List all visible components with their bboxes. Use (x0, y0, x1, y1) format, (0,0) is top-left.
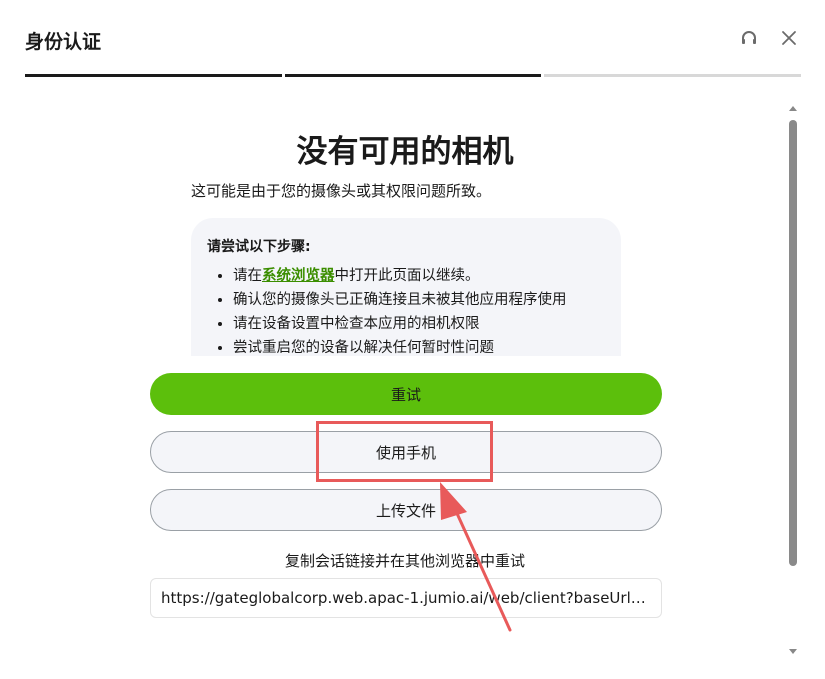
scroll-up-arrow-icon[interactable] (789, 106, 797, 111)
header-title: 身份认证 (25, 31, 102, 53)
steps-title: 请尝试以下步骤: (207, 239, 311, 255)
scroll-down-arrow-icon[interactable] (789, 649, 797, 654)
header-icons (737, 26, 801, 50)
upload-file-button[interactable]: 上传文件 (150, 489, 662, 531)
step-item: 确认您的摄像头已正确连接且未被其他应用程序使用 (233, 288, 605, 312)
step-text: 中打开此页面以继续。 (334, 268, 480, 284)
progress-segment-1 (25, 74, 282, 77)
content-scroll-area[interactable]: 没有可用的相机 这可能是由于您的摄像头或其权限问题所致。 请尝试以下步骤: 请在… (0, 104, 785, 656)
progress-segment-3 (544, 74, 802, 77)
progress-segment-2 (284, 74, 542, 77)
step-item: 请在系统浏览器中打开此页面以继续。 (233, 264, 605, 288)
page-subtitle: 这可能是由于您的摄像头或其权限问题所致。 (191, 182, 492, 200)
close-icon[interactable] (777, 26, 801, 50)
steps-list: 请在系统浏览器中打开此页面以继续。 确认您的摄像头已正确连接且未被其他应用程序使… (207, 264, 605, 356)
page-title: 没有可用的相机 (296, 134, 514, 170)
progress-bar (25, 74, 802, 77)
session-url-field[interactable]: https://gateglobalcorp.web.apac-1.jumio.… (150, 578, 662, 618)
step-item: 请在设备设置中检查本应用的相机权限 (233, 312, 605, 336)
scrollbar[interactable] (787, 104, 799, 656)
session-url-text: https://gateglobalcorp.web.apac-1.jumio.… (161, 589, 651, 607)
step-item: 尝试重启您的设备以解决任何暂时性问题 (233, 336, 605, 356)
copy-link-label: 复制会话链接并在其他浏览器中重试 (284, 552, 525, 570)
scrollbar-thumb[interactable] (789, 120, 797, 566)
headset-icon[interactable] (737, 26, 761, 50)
troubleshoot-steps-box: 请尝试以下步骤: 请在系统浏览器中打开此页面以继续。 确认您的摄像头已正确连接且… (191, 218, 621, 356)
use-phone-button[interactable]: 使用手机 (150, 431, 662, 473)
retry-button[interactable]: 重试 (150, 373, 662, 415)
system-browser-link[interactable]: 系统浏览器 (262, 268, 335, 284)
step-text: 请在 (233, 268, 262, 284)
